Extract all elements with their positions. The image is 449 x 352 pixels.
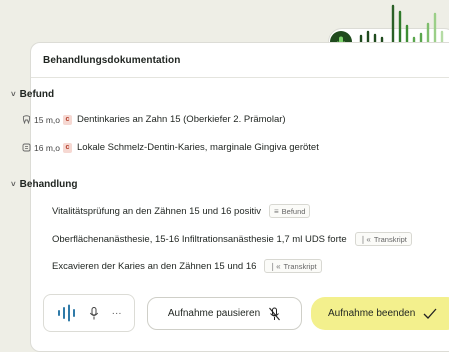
card-title: Behandlungsdokumentation — [31, 43, 449, 78]
source-tag-label: Befund — [281, 206, 306, 216]
section-behandlung-toggle[interactable]: ˅ Behandlung — [11, 179, 77, 190]
recorder-mini-toolbar: ··· — [43, 294, 135, 332]
list-icon: ≡ — [273, 206, 279, 216]
quote-icon: ❘« — [359, 234, 371, 244]
quote-icon: ❘« — [269, 261, 281, 271]
pause-recording-button[interactable]: Aufnahme pausieren — [147, 297, 302, 330]
mic-off-icon — [269, 307, 281, 320]
tooth-icon — [22, 115, 31, 124]
end-recording-button[interactable]: Aufnahme beenden — [311, 297, 449, 330]
caries-badge: c — [63, 114, 72, 125]
behandlung-item-3[interactable]: Excavieren der Karies an den Zähnen 15 u… — [52, 259, 322, 273]
chevron-down-icon: ˅ — [11, 90, 16, 99]
waveform-icon[interactable] — [56, 304, 76, 322]
section-behandlung-title: Behandlung — [19, 179, 78, 190]
source-tag-transkript[interactable]: ❘« Transkript — [354, 232, 412, 246]
source-tag-befund[interactable]: ≡ Befund — [268, 204, 311, 218]
more-options-button[interactable]: ··· — [112, 308, 122, 319]
befund-item-1[interactable]: 15 m,o c Dentinkaries an Zahn 15 (Oberki… — [22, 114, 286, 125]
caries-badge: c — [63, 142, 72, 153]
section-befund-toggle[interactable]: ˅ Befund — [11, 89, 54, 100]
befund-item-meta: 16 m,o — [34, 142, 60, 153]
section-befund-title: Befund — [19, 89, 55, 100]
source-tag-label: Transkript — [373, 234, 407, 244]
behandlung-item-1[interactable]: Vitalitätsprüfung an den Zähnen 15 und 1… — [52, 204, 311, 218]
pause-recording-label: Aufnahme pausieren — [167, 308, 261, 319]
source-tag-transkript[interactable]: ❘« Transkript — [264, 259, 322, 273]
end-recording-label: Aufnahme beenden — [328, 308, 416, 319]
chevron-down-icon: ˅ — [11, 180, 16, 189]
mic-icon[interactable] — [89, 306, 99, 320]
befund-item-text: Lokale Schmelz-Dentin-Karies, marginale … — [77, 142, 319, 153]
befund-item-meta: 15 m,o — [34, 114, 60, 125]
check-icon — [423, 308, 437, 319]
source-tag-label: Transkript — [283, 261, 317, 271]
behandlung-item-text: Vitalitätsprüfung an den Zähnen 15 und 1… — [52, 205, 261, 217]
befund-item-text: Dentinkaries an Zahn 15 (Oberkiefer 2. P… — [77, 114, 286, 125]
befund-item-2[interactable]: 16 m,o c Lokale Schmelz-Dentin-Karies, m… — [22, 142, 319, 153]
behandlung-item-2[interactable]: Oberflächenanästhesie, 15-16 Infiltratio… — [52, 232, 412, 246]
tooth-icon — [22, 143, 31, 152]
behandlung-item-text: Excavieren der Karies an den Zähnen 15 u… — [52, 260, 257, 272]
behandlung-item-text: Oberflächenanästhesie, 15-16 Infiltratio… — [52, 233, 347, 245]
